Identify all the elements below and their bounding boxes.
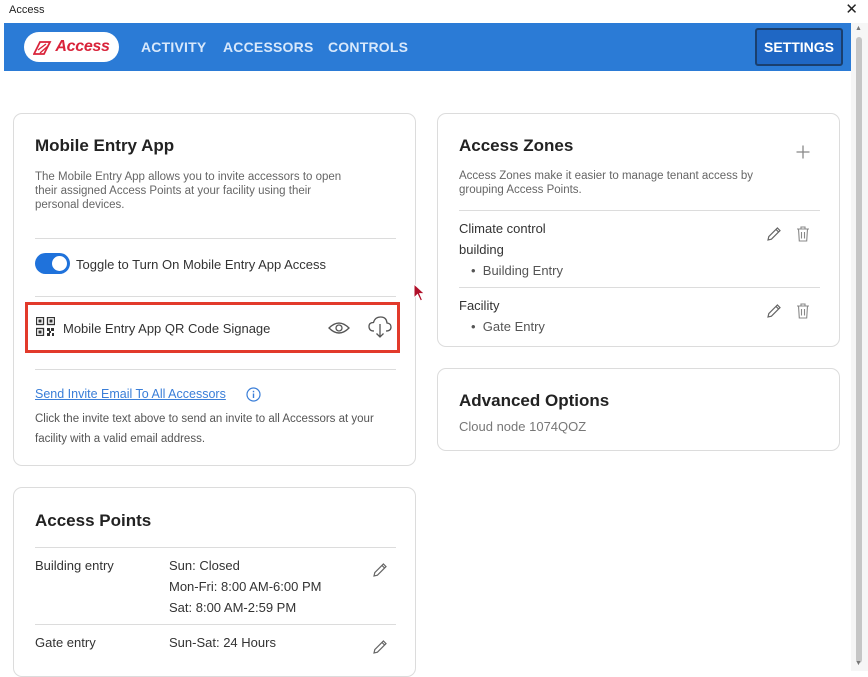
logo-mark-icon <box>33 40 52 55</box>
window-titlebar: Access ✕ <box>0 0 868 22</box>
logo-text: Access <box>55 38 110 55</box>
zone-name: Facility <box>459 298 500 313</box>
qr-code-icon <box>36 317 55 336</box>
qr-signage-row: Mobile Entry App QR Code Signage <box>25 302 400 353</box>
close-icon[interactable]: ✕ <box>845 1 858 19</box>
info-icon[interactable] <box>246 387 261 402</box>
divider <box>459 210 820 211</box>
scroll-up-icon[interactable]: ▲ <box>855 25 862 32</box>
access-point-schedule: Sun: Closed Mon-Fri: 8:00 AM-6:00 PM Sat… <box>169 558 322 615</box>
nav-activity[interactable]: ACTIVITY <box>141 39 206 55</box>
window-title: Access <box>9 4 45 16</box>
vertical-scrollbar[interactable]: ▲ ▼ <box>851 23 868 671</box>
add-zone-icon[interactable] <box>790 139 816 165</box>
access-point-name: Gate entry <box>35 635 96 650</box>
access-zones-description: Access Zones make it easier to manage te… <box>459 170 754 196</box>
send-invite-link[interactable]: Send Invite Email To All Accessors <box>35 387 226 401</box>
zone-name: Climate control building <box>459 221 546 257</box>
advanced-options-title: Advanced Options <box>459 391 610 410</box>
zone-point-item: • Gate Entry <box>471 319 545 334</box>
access-point-name: Building entry <box>35 558 114 573</box>
mouse-cursor-icon <box>413 283 426 302</box>
access-point-schedule: Sun-Sat: 24 Hours <box>169 635 276 650</box>
divider <box>35 238 396 239</box>
mobile-entry-description: The Mobile Entry App allows you to invit… <box>35 171 342 211</box>
divider <box>35 369 396 370</box>
divider <box>35 624 396 625</box>
eye-icon[interactable] <box>327 317 351 339</box>
mobile-entry-card: Mobile Entry App The Mobile Entry App al… <box>13 113 416 466</box>
access-logo[interactable]: Access <box>24 32 119 62</box>
scroll-down-icon[interactable]: ▼ <box>855 660 862 667</box>
access-zones-title: Access Zones <box>459 136 574 155</box>
invite-help-text: Click the invite text above to send an i… <box>35 413 374 445</box>
nav-controls[interactable]: CONTROLS <box>328 39 408 55</box>
divider <box>459 287 820 288</box>
divider <box>35 296 396 297</box>
divider <box>35 547 396 548</box>
nav-accessors[interactable]: ACCESSORS <box>223 39 313 55</box>
mobile-entry-toggle[interactable] <box>35 253 70 274</box>
qr-signage-label: Mobile Entry App QR Code Signage <box>63 321 271 336</box>
trash-icon[interactable] <box>792 222 814 246</box>
scroll-thumb[interactable] <box>856 37 862 663</box>
access-points-card: Access Points Building entry Sun: Closed… <box>13 487 416 677</box>
cloud-node-text: Cloud node 1074QOZ <box>459 419 587 434</box>
access-points-title: Access Points <box>35 511 152 530</box>
settings-button[interactable]: SETTINGS <box>755 28 843 66</box>
edit-pencil-icon[interactable] <box>368 558 392 582</box>
toggle-knob <box>52 256 67 271</box>
cloud-download-icon[interactable] <box>367 314 393 340</box>
mobile-entry-title: Mobile Entry App <box>35 136 175 155</box>
zone-point-item: • Building Entry <box>471 263 563 278</box>
edit-pencil-icon[interactable] <box>762 222 786 246</box>
advanced-options-card: Advanced Options Cloud node 1074QOZ <box>437 368 840 451</box>
edit-pencil-icon[interactable] <box>762 299 786 323</box>
toggle-label: Toggle to Turn On Mobile Entry App Acces… <box>76 257 327 272</box>
access-zones-card: Access Zones Access Zones make it easier… <box>437 113 840 347</box>
top-navbar: Access ACTIVITY ACCESSORS CONTROLS SETTI… <box>4 23 851 71</box>
edit-pencil-icon[interactable] <box>368 635 392 659</box>
trash-icon[interactable] <box>792 299 814 323</box>
